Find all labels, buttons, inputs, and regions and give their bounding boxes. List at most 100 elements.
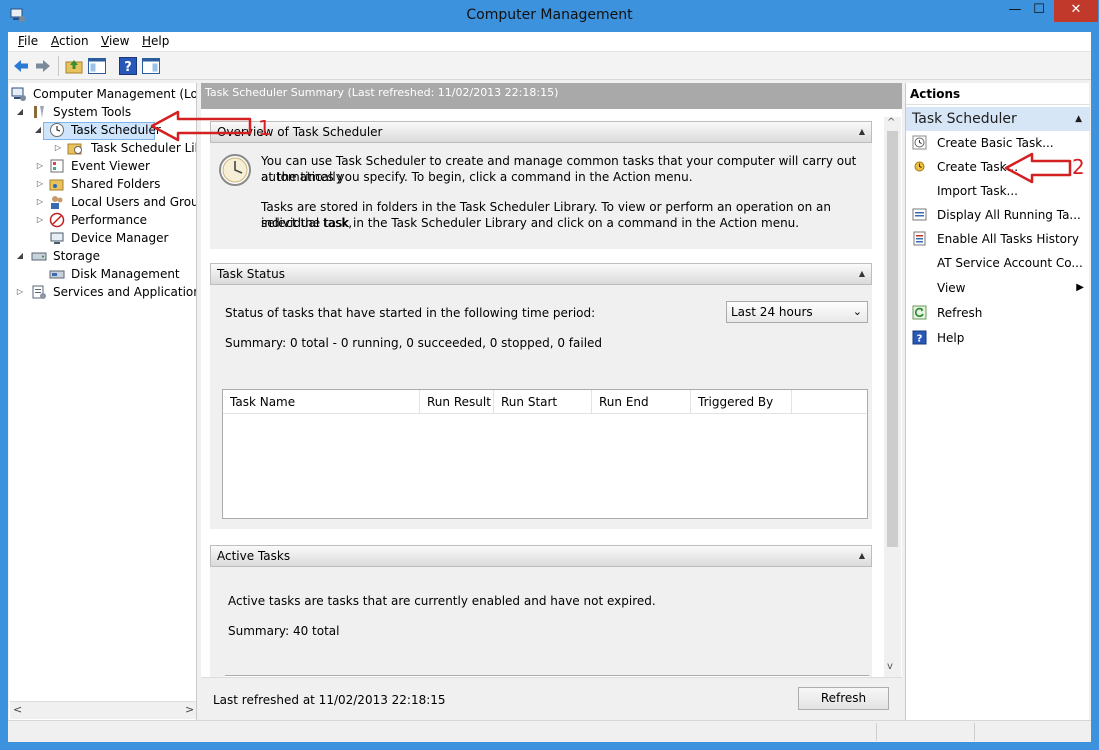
annotation-arrow-1 <box>150 110 252 142</box>
collapsed-triangle-icon[interactable]: ▷ <box>35 175 45 193</box>
menu-bar: File Action View Help <box>8 32 1091 52</box>
summary-vertical-scrollbar[interactable]: ^ v <box>884 117 901 677</box>
time-period-dropdown[interactable]: Last 24 hours ⌄ <box>726 301 868 323</box>
expanded-triangle-icon[interactable]: ◢ <box>33 121 43 139</box>
window: Computer Management — ☐ ✕ File Action Vi… <box>0 0 1099 750</box>
annotation-arrow-2 <box>1004 152 1072 184</box>
tree-label: Shared Folders <box>71 177 161 191</box>
window-title: Computer Management <box>466 7 633 23</box>
action-help[interactable]: ? Help <box>906 328 1090 348</box>
scroll-right-icon[interactable]: > <box>185 703 194 716</box>
device-manager-icon <box>50 232 64 244</box>
time-period-value: Last 24 hours <box>731 305 813 319</box>
tree-label: Event Viewer <box>71 159 150 173</box>
overview-body: You can use Task Scheduler to create and… <box>210 143 872 249</box>
show-hide-tree-icon[interactable] <box>87 56 107 76</box>
tree-label: Task Scheduler <box>71 123 161 137</box>
expanded-triangle-icon[interactable]: ◢ <box>15 247 25 265</box>
time-period-label: Status of tasks that have started in the… <box>225 306 596 320</box>
refresh-button[interactable]: Refresh <box>798 687 889 710</box>
collapsed-triangle-icon[interactable]: ▷ <box>35 211 45 229</box>
action-label: Refresh <box>937 306 983 320</box>
collapse-icon[interactable]: ▲ <box>859 122 865 142</box>
show-hide-action-pane-icon[interactable] <box>141 56 161 76</box>
collapse-icon[interactable]: ▲ <box>859 264 865 284</box>
action-label: Enable All Tasks History <box>937 232 1080 246</box>
action-label: Display All Running Ta... <box>937 208 1081 222</box>
tree-label: Services and Applications <box>53 285 197 299</box>
svg-text:?: ? <box>124 60 132 75</box>
column-header-run-result[interactable]: Run Result <box>420 390 494 414</box>
tools-icon <box>34 106 44 118</box>
up-folder-icon[interactable] <box>64 56 84 76</box>
status-segment <box>876 723 877 741</box>
status-segment <box>974 723 975 741</box>
actions-group-task-scheduler[interactable]: Task Scheduler ▲ <box>906 107 1090 131</box>
tasks-history-icon <box>913 231 926 246</box>
help-icon[interactable]: ? <box>118 56 138 76</box>
action-display-running-tasks[interactable]: Display All Running Ta... <box>906 205 1090 225</box>
summary-header: Task Scheduler Summary (Last refreshed: … <box>201 83 902 109</box>
tree-label: Disk Management <box>71 267 180 281</box>
storage-icon <box>31 252 47 261</box>
menu-help[interactable]: Help <box>142 34 169 48</box>
action-enable-tasks-history[interactable]: Enable All Tasks History <box>906 229 1090 249</box>
active-tasks-section: Active Tasks ▲ Active tasks are tasks th… <box>210 545 872 677</box>
console-tree[interactable]: Computer Management (Local ◢ System Tool… <box>9 83 197 720</box>
scroll-left-icon[interactable]: < <box>13 703 22 716</box>
clock-icon <box>219 154 251 186</box>
expanded-triangle-icon[interactable]: ◢ <box>15 103 25 121</box>
services-icon <box>32 285 46 299</box>
close-button[interactable]: ✕ <box>1054 0 1098 22</box>
column-header-task-name[interactable]: Task Name <box>223 390 420 414</box>
status-bar <box>8 720 1091 742</box>
menu-action[interactable]: Action <box>51 34 89 48</box>
action-label: View <box>937 281 966 295</box>
shared-folder-icon <box>49 179 64 191</box>
collapse-icon[interactable]: ▲ <box>859 546 865 566</box>
tree-label: Performance <box>71 213 148 227</box>
scroll-down-icon[interactable]: v <box>887 661 893 672</box>
menu-view[interactable]: View <box>101 34 129 48</box>
tree-horizontal-scrollbar[interactable]: < > <box>10 701 196 719</box>
task-status-section-header[interactable]: Task Status ▲ <box>210 263 872 285</box>
scroll-thumb[interactable] <box>887 131 898 547</box>
chevron-down-icon: ⌄ <box>852 305 862 318</box>
clock-icon <box>50 123 64 137</box>
overview-section: Overview of Task Scheduler ▲ You can use… <box>210 121 872 249</box>
action-refresh[interactable]: Refresh <box>906 303 1090 323</box>
event-viewer-icon <box>50 159 64 173</box>
collapsed-triangle-icon[interactable]: ▷ <box>53 139 63 157</box>
column-header-run-start[interactable]: Run Start <box>494 390 592 414</box>
last-refreshed-text: Last refreshed at 11/02/2013 22:18:15 <box>213 693 446 707</box>
running-tasks-icon <box>912 208 927 221</box>
collapsed-triangle-icon[interactable]: ▷ <box>35 193 45 211</box>
annotation-label-1: 1 <box>258 116 271 140</box>
users-icon <box>51 196 63 209</box>
action-view[interactable]: View ▶ <box>906 278 1090 298</box>
column-header-triggered-by[interactable]: Triggered By <box>691 390 792 414</box>
tree-label: Computer Management (Local <box>33 87 197 101</box>
title-bar[interactable]: Computer Management — ☐ ✕ <box>0 0 1099 32</box>
action-at-service-account[interactable]: AT Service Account Co... <box>906 253 1090 273</box>
active-tasks-description: Active tasks are tasks that are currentl… <box>228 594 656 608</box>
submenu-arrow-icon: ▶ <box>1076 282 1084 293</box>
action-label: AT Service Account Co... <box>937 256 1083 270</box>
summary-footer: Last refreshed at 11/02/2013 22:18:15 Re… <box>201 677 902 720</box>
active-tasks-section-header[interactable]: Active Tasks ▲ <box>210 545 872 567</box>
collapse-icon[interactable]: ▲ <box>1075 107 1082 131</box>
overview-text-line: at the times you specify. To begin, clic… <box>261 170 693 184</box>
overview-section-header[interactable]: Overview of Task Scheduler ▲ <box>210 121 872 143</box>
active-tasks-summary: Summary: 40 total <box>228 624 340 638</box>
help-icon: ? <box>912 330 927 345</box>
scroll-up-icon[interactable]: ^ <box>887 117 895 128</box>
menu-file[interactable]: File <box>18 34 38 48</box>
forward-arrow-icon[interactable] <box>33 56 53 76</box>
maximize-button[interactable]: ☐ <box>1024 0 1054 22</box>
tree-label: Local Users and Groups <box>71 195 196 209</box>
collapsed-triangle-icon[interactable]: ▷ <box>35 157 45 175</box>
collapsed-triangle-icon[interactable]: ▷ <box>15 283 25 301</box>
column-header-run-end[interactable]: Run End <box>592 390 691 414</box>
back-arrow-icon[interactable] <box>11 56 31 76</box>
task-status-table[interactable]: Task Name Run Result Run Start Run End T… <box>222 389 868 519</box>
